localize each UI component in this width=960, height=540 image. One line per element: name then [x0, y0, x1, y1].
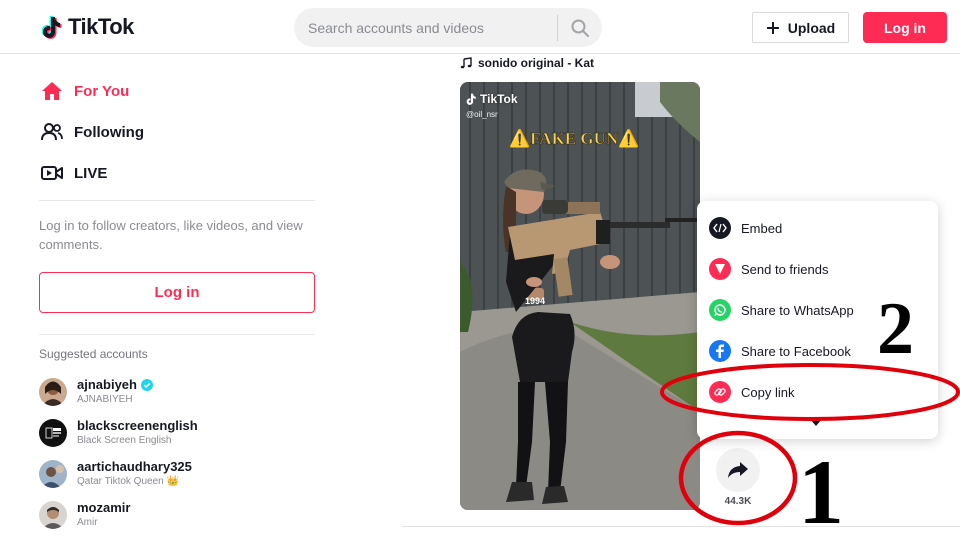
- suggested-account[interactable]: blackscreenenglish Black Screen English: [39, 418, 198, 448]
- nav-live[interactable]: LIVE: [40, 162, 107, 184]
- search-icon: [571, 19, 589, 37]
- sound-link[interactable]: sonido original - Kat: [460, 56, 594, 70]
- nav-for-you-label: For You: [74, 82, 130, 100]
- nav-for-you[interactable]: For You: [40, 80, 129, 102]
- menu-item-label: Send to friends: [741, 261, 829, 277]
- suggested-accounts-title: Suggested accounts: [39, 347, 148, 361]
- plus-icon: [766, 21, 779, 34]
- video-watermark: TikTok: [466, 92, 518, 106]
- account-display-name: AJNABIYEH: [77, 394, 133, 405]
- share-button[interactable]: [716, 448, 760, 492]
- live-icon: [41, 166, 63, 180]
- tiktok-note-icon: [466, 93, 476, 105]
- account-display-name: Amir: [77, 517, 98, 528]
- menu-item-facebook[interactable]: Share to Facebook: [709, 340, 851, 362]
- account-display-name: Qatar Tiktok Queen 👑: [77, 476, 179, 487]
- top-header: TikTok Upload Log in: [0, 0, 960, 54]
- home-icon: [42, 82, 62, 100]
- header-login-button[interactable]: Log in: [863, 12, 947, 43]
- nav-live-label: LIVE: [74, 164, 108, 182]
- send-icon: [709, 258, 731, 280]
- share-arrow-icon: [728, 462, 748, 478]
- nav-following[interactable]: Following: [40, 121, 144, 143]
- tiktok-logo[interactable]: TikTok: [42, 14, 134, 40]
- menu-item-label: Embed: [741, 220, 783, 236]
- tiktok-note-icon: [42, 16, 62, 39]
- video-frame: 1994 ⚠️FAKE GUN⚠️: [460, 82, 700, 510]
- music-note-icon: [460, 57, 472, 69]
- share-count: 44.3K: [724, 496, 752, 507]
- upload-label: Upload: [787, 19, 836, 36]
- annotation-number-one: 1: [798, 441, 844, 540]
- menu-item-label: Copy link: [741, 384, 795, 400]
- search-input[interactable]: [294, 8, 557, 47]
- search-button[interactable]: [558, 8, 602, 47]
- login-prompt-text: Log in to follow creators, like videos, …: [39, 218, 303, 252]
- whatsapp-icon: [709, 299, 731, 321]
- video-caption-overlay: ⚠️FAKE GUN⚠️: [509, 128, 639, 148]
- link-icon: [709, 381, 731, 403]
- verified-badge-icon: [140, 378, 153, 391]
- account-username: mozamir: [77, 500, 131, 515]
- account-display-name: Black Screen English: [77, 435, 172, 446]
- sidebar-divider: [39, 334, 315, 335]
- sound-name: sonido original - Kat: [478, 56, 594, 70]
- menu-item-send-to-friends[interactable]: Send to friends: [709, 258, 828, 280]
- menu-item-whatsapp[interactable]: Share to WhatsApp: [709, 299, 854, 321]
- avatar: [39, 501, 67, 529]
- chevron-down-icon[interactable]: [810, 419, 822, 426]
- video-player[interactable]: 1994 ⚠️FAKE GUN⚠️ TikTok @oil_nsr: [460, 82, 700, 510]
- account-username: ajnabiyeh: [77, 377, 153, 392]
- facebook-icon: [709, 340, 731, 362]
- menu-item-embed[interactable]: Embed: [709, 217, 782, 239]
- avatar: [39, 378, 67, 406]
- upload-button[interactable]: Upload: [752, 12, 849, 43]
- feed-divider: [402, 526, 960, 527]
- suggested-account[interactable]: mozamir Amir: [39, 500, 130, 530]
- sidebar-login-button[interactable]: Log in: [39, 272, 315, 313]
- logo-text: TikTok: [68, 14, 134, 39]
- search-bar: [294, 8, 602, 47]
- embed-icon: [709, 217, 731, 239]
- menu-item-label: Share to WhatsApp: [741, 302, 854, 318]
- video-handle: @oil_nsr: [466, 110, 498, 119]
- menu-item-copy-link[interactable]: Copy link: [709, 381, 794, 403]
- shirt-text: 1994: [525, 296, 545, 306]
- nav-following-label: Following: [74, 123, 144, 141]
- annotation-number-two: 2: [877, 288, 914, 370]
- account-username: blackscreenenglish: [77, 418, 198, 433]
- menu-item-label: Share to Facebook: [741, 343, 851, 359]
- suggested-account[interactable]: ajnabiyeh AJNABIYEH: [39, 377, 153, 407]
- account-username: aartichaudhary325: [77, 459, 192, 474]
- suggested-account[interactable]: aartichaudhary325 Qatar Tiktok Queen 👑: [39, 459, 192, 489]
- avatar: [39, 419, 67, 447]
- users-icon: [41, 123, 63, 141]
- sidebar-divider: [39, 200, 315, 201]
- avatar: [39, 460, 67, 488]
